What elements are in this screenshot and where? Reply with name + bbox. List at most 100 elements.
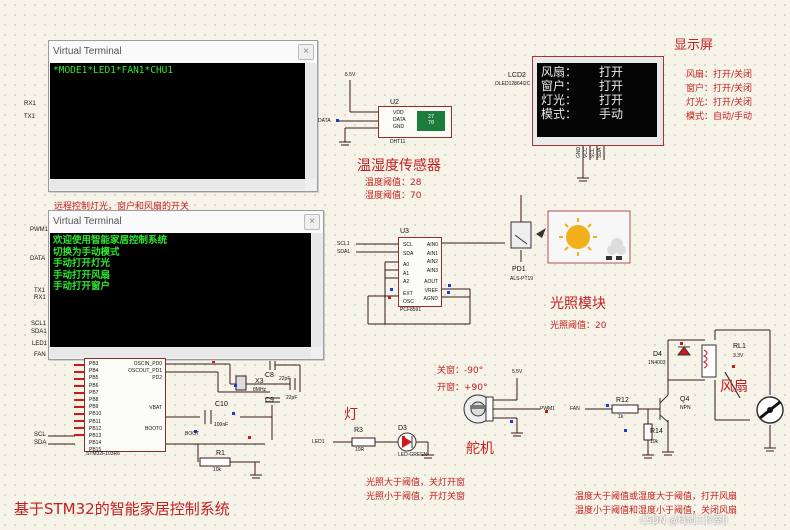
rl1-value: 3.3V — [733, 353, 744, 359]
led-net-label[interactable]: LED1 — [312, 439, 325, 445]
fan-rule-1: 温度大于阈值或湿度大于阈值，打开风扇 — [575, 492, 738, 502]
terminal-2-vscrollbar[interactable] — [312, 233, 322, 347]
terminal-2-line: 欢迎使用智能家居控制系统 — [53, 235, 168, 246]
terminal-2-close-button[interactable]: × — [304, 214, 320, 230]
stm32-mcu[interactable]: PB3 PB4 PB5 PB6 PB7 PB8 PB9 PB10 PB11 PB12 PB13… — [84, 358, 166, 454]
temp-threshold: 温度阈值：28 — [365, 178, 422, 188]
net-label-tx1b[interactable]: TX1 — [34, 288, 45, 294]
legend-item: 模式：自动/手动 — [686, 112, 753, 122]
net-label-scl[interactable]: SCL — [34, 432, 46, 438]
terminal-1-output[interactable]: *MODE1*LED1*FAN1*CHU1 — [50, 63, 305, 179]
r1-ref: R1 — [216, 450, 225, 457]
terminal-1-title: Virtual Terminal — [53, 46, 122, 57]
c8-value: 22pF — [279, 376, 291, 382]
terminal-1-titlebar[interactable]: Virtual Terminal × — [49, 41, 317, 63]
legend-item: 窗户：打开/关闭 — [686, 84, 753, 94]
fan-motor-symbol — [756, 396, 784, 424]
r14-value: 10k — [650, 439, 659, 445]
net-label-data[interactable]: DATA — [30, 256, 45, 262]
pcf8591-adc[interactable]: SCL SDA A0 A1 A2 EXT OSC AIN0 AIN1 AIN2 AIN3 AO… — [398, 237, 442, 307]
terminal-1-close-button[interactable]: × — [298, 44, 314, 60]
terminal-2-hscrollbar[interactable] — [50, 348, 311, 358]
d3-part: LED-GREEN — [398, 452, 428, 458]
d4-part: 1N4003 — [648, 360, 666, 366]
c10-ref: C10 — [215, 401, 228, 408]
mcu-pin-stubs — [74, 364, 84, 436]
x3-value: 8MHz — [253, 387, 267, 393]
r1-value: 10k — [213, 467, 222, 473]
pcf-net-sda1[interactable]: SDA1 — [337, 249, 350, 255]
light-module-title: 光照模块 — [550, 296, 606, 312]
c10-value: 100nF — [214, 422, 229, 428]
net-label-sda1[interactable]: SDA1 — [31, 329, 47, 335]
oled-display[interactable]: 风扇： 打开 窗户： 打开 灯光： 打开 模式： 手动 — [532, 56, 664, 146]
virtual-terminal-2[interactable]: Virtual Terminal × 欢迎使用智能家居控制系统 切换为手动模式 … — [48, 210, 324, 360]
dht-readout: 27 70 — [417, 111, 445, 131]
d3-ref: D3 — [398, 425, 407, 432]
lcd-part: OLED12864I2C — [495, 81, 531, 87]
pcf-net-scl1[interactable]: SCL1 — [337, 241, 350, 247]
close-window-note: 关窗：-90° — [437, 366, 484, 376]
r14-ref: R14 — [650, 428, 663, 435]
net-label-pwm1[interactable]: PWM1 — [30, 227, 48, 233]
legend-item: 灯光：打开/关闭 — [686, 98, 753, 108]
q4-part: NPN — [680, 405, 691, 411]
fan-title: 风扇 — [720, 379, 748, 395]
mcu-ref: STM32F103R6 — [86, 451, 120, 457]
pcf-part: PCF8591 — [400, 307, 422, 313]
x3-ref: X3 — [255, 378, 264, 385]
net-label-led1[interactable]: LED1 — [32, 341, 47, 347]
dht-data-net[interactable]: DATA — [318, 118, 331, 124]
svg-text:GND: GND — [576, 147, 582, 159]
fan-net-label[interactable]: FAN — [570, 406, 580, 412]
net-label-rx1b[interactable]: RX1 — [34, 295, 46, 301]
svg-text:SCL: SCL — [590, 148, 596, 158]
boot-switch-label[interactable]: BOOT — [185, 431, 199, 437]
light-threshold: 光照阈值：20 — [550, 321, 607, 331]
net-label-tx1[interactable]: TX1 — [24, 114, 35, 120]
pcf-ref: U3 — [400, 228, 409, 235]
terminal-2-output[interactable]: 欢迎使用智能家居控制系统 切换为手动模式 手动打开灯光 手动打开风扇 手动打开窗… — [50, 233, 311, 347]
virtual-terminal-1[interactable]: Virtual Terminal × *MODE1*LED1*FAN1*CHU1 — [48, 40, 318, 192]
hum-threshold: 湿度阈值：70 — [365, 191, 422, 201]
light-rule-2: 光照小于阈值，开灯关窗 — [366, 492, 466, 502]
terminal-1-line: *MODE1*LED1*FAN1*CHU1 — [53, 65, 174, 76]
c9-value: 22pF — [286, 395, 298, 401]
net-label-rx1[interactable]: RX1 — [24, 101, 36, 107]
temp-sensor-title: 温湿度传感器 — [357, 158, 441, 174]
dht-rail-label: 5.5V — [345, 72, 356, 78]
terminal-2-title: Virtual Terminal — [53, 216, 122, 227]
light-rule-1: 光照大于阈值，关灯开窗 — [366, 478, 466, 488]
servo-symbol — [463, 394, 494, 424]
light-source-graphic — [547, 210, 631, 264]
net-label-sda[interactable]: SDA — [34, 440, 46, 446]
dht-ref: U2 — [390, 99, 399, 106]
dht11-sensor[interactable]: VDD DATA GND 27 70 — [378, 106, 452, 138]
lamp-title: 灯 — [344, 407, 358, 423]
system-title: 基于STM32的智能家居控制系统 — [14, 500, 230, 518]
c9-ref: C9 — [265, 397, 274, 404]
photodiode-symbol — [510, 221, 546, 249]
terminal-2-titlebar[interactable]: Virtual Terminal × — [49, 211, 323, 233]
mcu-left-pins: PB3 PB4 PB5 PB6 PB7 PB8 PB9 PB10 PB11 PB12 PB13… — [89, 361, 102, 454]
display-title: 显示屏 — [674, 38, 714, 53]
transistor-symbol — [659, 394, 669, 423]
r12-ref: R12 — [616, 397, 629, 404]
terminal-1-hscrollbar[interactable] — [50, 180, 305, 190]
terminal-2-line: 切换为手动模式 — [53, 246, 120, 258]
servo-title: 舵机 — [466, 441, 494, 457]
terminal-2-line: 手动打开风扇 — [53, 269, 111, 281]
oled-screen: 风扇： 打开 窗户： 打开 灯光： 打开 模式： 手动 — [537, 63, 657, 137]
net-label-fan[interactable]: FAN — [34, 352, 46, 358]
servo-net-label[interactable]: PWM1 — [540, 406, 555, 412]
open-window-note: 开窗：+90° — [437, 383, 488, 393]
r3-value: 10R — [355, 447, 365, 453]
svg-text:SDA: SDA — [597, 147, 603, 158]
dht-part: DHT11 — [390, 139, 406, 145]
servo-rail-label: 5.5V — [512, 369, 523, 375]
r12-value: 1k — [618, 414, 624, 420]
net-label-scl1[interactable]: SCL1 — [31, 321, 46, 327]
mcu-right-pins: OSCIN_PD0 OSCOUT_PD1 PD2 VBAT BOOT0 — [128, 361, 162, 432]
legend-item: 风扇：打开/关闭 — [686, 70, 753, 80]
terminal-1-vscrollbar[interactable] — [306, 63, 316, 179]
